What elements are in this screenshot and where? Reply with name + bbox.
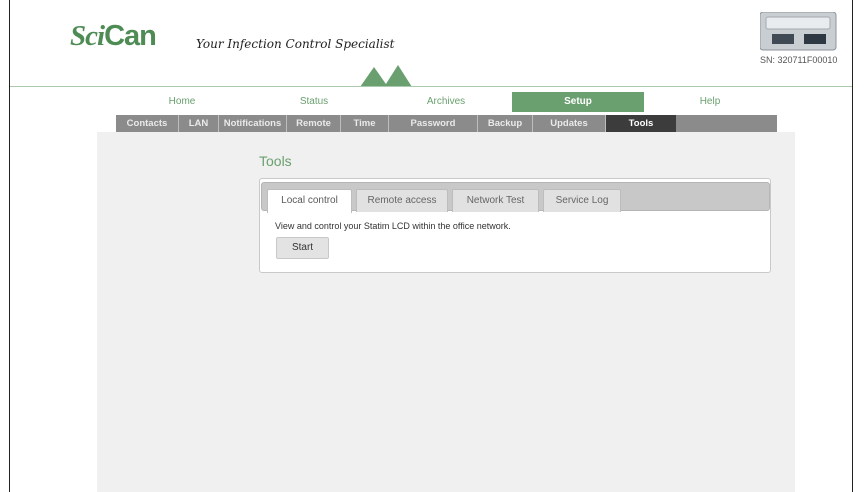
- tab-strip: Local control Remote access Network Test Se…: [261, 182, 770, 213]
- logo-sci: Sci: [70, 20, 105, 52]
- panel-tab-service-log[interactable]: Service Log: [543, 189, 621, 212]
- subnav-tab-time[interactable]: Time: [341, 115, 389, 132]
- header-divider: [10, 86, 852, 87]
- brand-logo: SciCan: [70, 20, 157, 53]
- nav-tab-home[interactable]: Home: [116, 92, 248, 112]
- panel-tab-local-control[interactable]: Local control: [267, 189, 352, 213]
- serial-number: SN: 320711F00010: [760, 55, 838, 65]
- subnav-tab-tools[interactable]: Tools: [606, 115, 676, 132]
- start-button[interactable]: Start: [276, 237, 329, 259]
- subnav-tab-password[interactable]: Password: [389, 115, 478, 132]
- subnav-tab-notifications[interactable]: Notifications: [219, 115, 287, 132]
- logo-peaks-icon: [360, 65, 412, 87]
- page-title: Tools: [259, 153, 292, 169]
- right-border: [852, 0, 853, 492]
- subnav-tab-remote[interactable]: Remote: [287, 115, 341, 132]
- nav-tab-archives[interactable]: Archives: [380, 92, 512, 112]
- subnav-tab-updates[interactable]: Updates: [533, 115, 606, 132]
- nav-tab-setup[interactable]: Setup: [512, 92, 644, 112]
- subnav-tab-lan[interactable]: LAN: [179, 115, 219, 132]
- subnav-tab-contacts[interactable]: Contacts: [116, 115, 179, 132]
- panel-tab-remote-access[interactable]: Remote access: [356, 189, 448, 212]
- device-image-icon: [760, 12, 837, 51]
- logo-can: Can: [104, 20, 157, 52]
- tagline: Your Infection Control Specialist: [196, 37, 395, 51]
- nav-tab-help[interactable]: Help: [644, 92, 776, 112]
- panel-tab-network-test[interactable]: Network Test: [452, 189, 539, 212]
- tool-description: View and control your Statim LCD within …: [275, 221, 511, 231]
- sub-nav: Contacts LAN Notifications Remote Time Passwo…: [116, 115, 777, 132]
- header: SciCan Your Infection Control Specialist…: [10, 0, 852, 87]
- nav-tab-status[interactable]: Status: [248, 92, 380, 112]
- subnav-tab-backup[interactable]: Backup: [478, 115, 533, 132]
